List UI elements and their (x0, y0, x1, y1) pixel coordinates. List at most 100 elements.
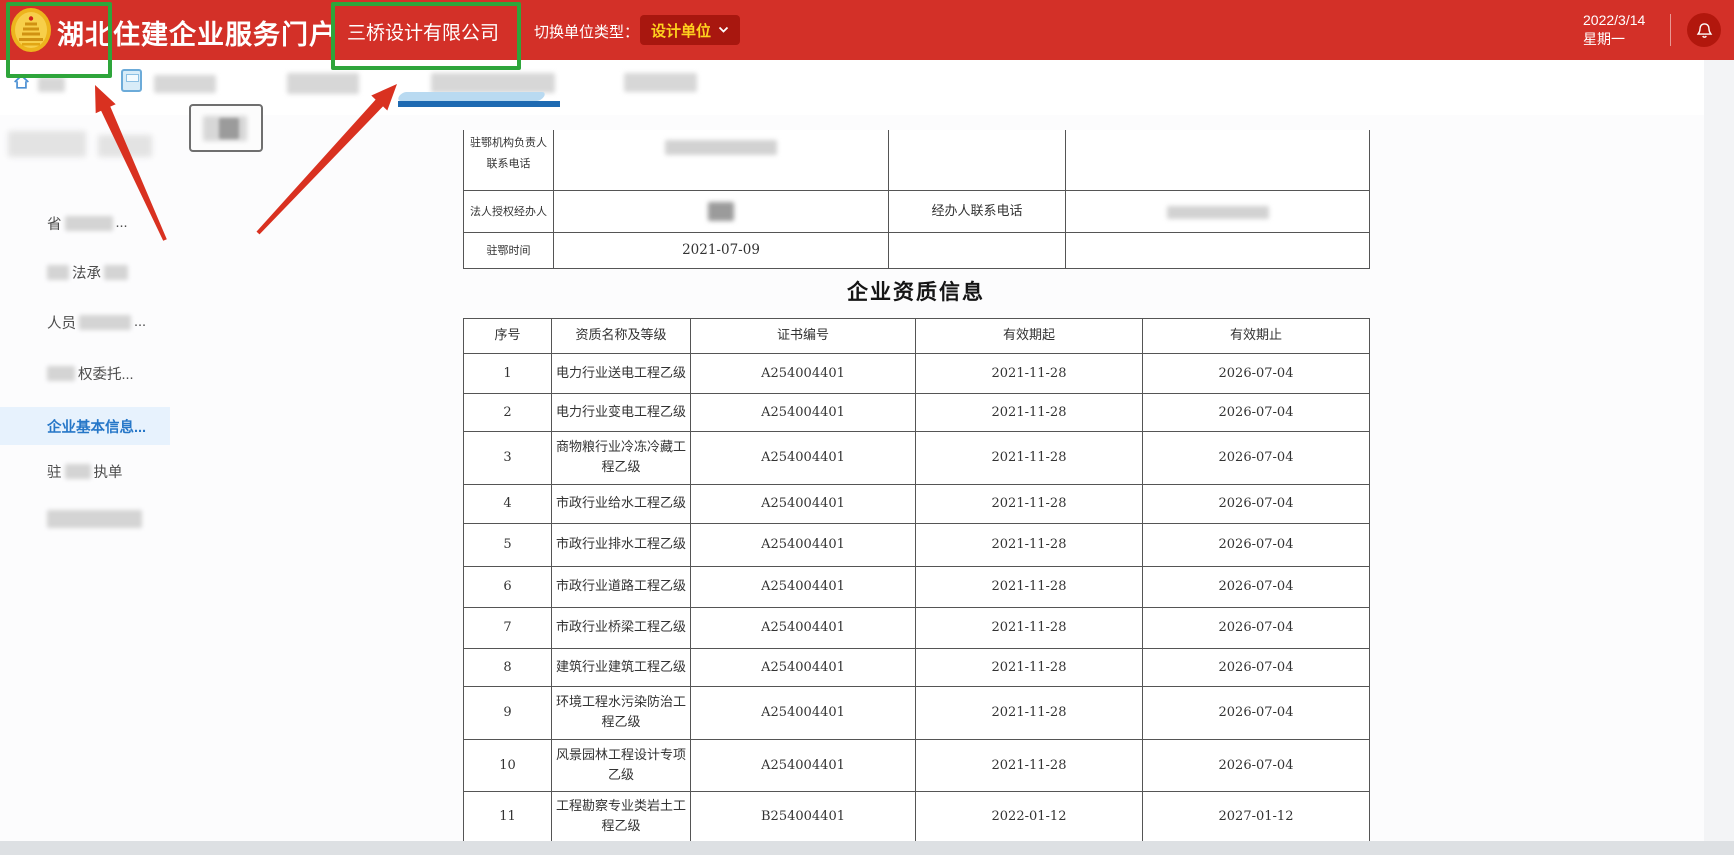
cell-name: 市政行业给水工程乙级 (552, 485, 691, 524)
sidebar-item-text: ... (134, 314, 146, 330)
sidebar-item-text: 执单 (94, 461, 123, 482)
cell-name: 市政行业桥梁工程乙级 (552, 608, 691, 649)
cell-start: 2021-11-28 (916, 649, 1143, 687)
column-header: 有效期起 (916, 319, 1143, 354)
sidebar-item-1[interactable]: 省 ... (47, 213, 128, 233)
cell-start: 2021-11-28 (916, 354, 1143, 394)
empty-cell (1066, 232, 1370, 268)
cell-seq: 1 (464, 354, 552, 394)
table-row: 7 市政行业桥梁工程乙级 A254004401 2021-11-28 2026-… (464, 608, 1370, 649)
nav-item-blurred[interactable] (287, 73, 359, 94)
active-tab-underline (398, 101, 560, 107)
home-icon[interactable] (12, 72, 31, 91)
sidebar-item-company-basic-info[interactable]: 企业基本信息... (47, 416, 146, 436)
column-header: 证书编号 (691, 319, 916, 354)
sidebar-item-6[interactable]: 驻 执单 (47, 461, 123, 481)
table-row: 2 电力行业变电工程乙级 A254004401 2021-11-28 2026-… (464, 394, 1370, 432)
sidebar-title-blurred (8, 131, 86, 157)
sidebar-item-text: 权委托... (78, 363, 134, 384)
cell-cert: A254004401 (691, 608, 916, 649)
cell-cert: A254004401 (691, 687, 916, 740)
field-label: 法人授权经办人 (464, 190, 554, 232)
field-label: 经办人联系电话 (889, 190, 1066, 232)
cell-cert: A254004401 (691, 432, 916, 485)
cell-seq: 7 (464, 608, 552, 649)
table-row: 驻鄂时间 2021-07-09 (464, 232, 1370, 268)
sidebar-item-3[interactable]: 人员 ... (47, 312, 146, 332)
cell-end: 2026-07-04 (1143, 354, 1370, 394)
unit-type-value: 设计单位 (651, 20, 711, 41)
field-label: 驻鄂时间 (464, 232, 554, 268)
sidebar-item-text: 省 (47, 213, 62, 234)
cell-end: 2026-07-04 (1143, 687, 1370, 740)
cell-start: 2021-11-28 (916, 687, 1143, 740)
cell-start: 2021-11-28 (916, 485, 1143, 524)
cell-name: 商物粮行业冷冻冷藏工程乙级 (552, 432, 691, 485)
cell-end: 2026-07-04 (1143, 649, 1370, 687)
cell-start: 2021-11-28 (916, 567, 1143, 608)
sidebar-item-text: 人员 (47, 312, 76, 333)
column-header: 有效期止 (1143, 319, 1370, 354)
table-row: 驻鄂机构负责人联系电话 (464, 130, 1370, 190)
cell-seq: 3 (464, 432, 552, 485)
sidebar-item-7[interactable] (47, 509, 142, 529)
cell-seq: 4 (464, 485, 552, 524)
popup-box-blurred (189, 104, 263, 152)
cell-cert: A254004401 (691, 524, 916, 567)
nav-item-blurred[interactable] (154, 75, 216, 93)
bell-icon (1696, 22, 1713, 39)
empty-cell (889, 130, 1066, 190)
header-bar: 湖北住建企业服务门户 三桥设计有限公司 切换单位类型： 设计单位 2022/3/… (0, 0, 1734, 60)
cell-name: 市政行业排水工程乙级 (552, 524, 691, 567)
empty-cell (1066, 130, 1370, 190)
cell-seq: 11 (464, 792, 552, 842)
nav-item-home-blurred[interactable] (38, 77, 65, 92)
section-title: 企业资质信息 (463, 276, 1369, 306)
unit-type-dropdown[interactable]: 设计单位 (640, 15, 740, 45)
redacted-text (104, 265, 128, 280)
cell-start: 2021-11-28 (916, 394, 1143, 432)
cell-name: 市政行业道路工程乙级 (552, 567, 691, 608)
redacted-text (47, 265, 69, 280)
notification-bell-button[interactable] (1687, 13, 1721, 47)
column-header: 序号 (464, 319, 552, 354)
table-row: 6 市政行业道路工程乙级 A254004401 2021-11-28 2026-… (464, 567, 1370, 608)
chevron-down-icon (718, 26, 729, 34)
redacted-text (65, 464, 91, 479)
nav-item-blurred[interactable] (624, 73, 697, 92)
cell-end: 2026-07-04 (1143, 524, 1370, 567)
page-title: 湖北住建企业服务门户 (57, 13, 337, 52)
cell-cert: A254004401 (691, 567, 916, 608)
header-divider (1670, 14, 1671, 46)
cell-seq: 8 (464, 649, 552, 687)
right-edge-strip (1704, 60, 1734, 841)
weekday-text: 星期一 (1583, 30, 1645, 49)
cell-end: 2027-01-12 (1143, 792, 1370, 842)
cell-name: 建筑行业建筑工程乙级 (552, 649, 691, 687)
cell-end: 2026-07-04 (1143, 740, 1370, 792)
nav-tab-active-label-blurred[interactable] (431, 73, 555, 93)
field-value: 2021-07-09 (554, 232, 889, 268)
cell-start: 2021-11-28 (916, 608, 1143, 649)
table-row: 4 市政行业给水工程乙级 A254004401 2021-11-28 2026-… (464, 485, 1370, 524)
table-header-row: 序号 资质名称及等级 证书编号 有效期起 有效期止 (464, 319, 1370, 354)
table-row: 3 商物粮行业冷冻冷藏工程乙级 A254004401 2021-11-28 20… (464, 432, 1370, 485)
table-row: 10 风景园林工程设计专项乙级 A254004401 2021-11-28 20… (464, 740, 1370, 792)
redacted-text (79, 315, 131, 330)
table-row: 11 工程勘察专业类岩土工程乙级 B254004401 2022-01-12 2… (464, 792, 1370, 842)
bottom-edge-strip (0, 841, 1734, 855)
switch-unit-type-label: 切换单位类型： (534, 21, 639, 42)
cell-start: 2021-11-28 (916, 740, 1143, 792)
active-tab-highlight (396, 92, 546, 101)
date-text: 2022/3/14 (1583, 11, 1645, 30)
cell-start: 2021-11-28 (916, 432, 1143, 485)
cell-name: 工程勘察专业类岩土工程乙级 (552, 792, 691, 842)
field-value-blurred (554, 130, 889, 190)
company-contact-table: 驻鄂机构负责人联系电话 法人授权经办人 经办人联系电话 驻鄂时间 2021-07… (463, 130, 1370, 269)
cell-name: 电力行业变电工程乙级 (552, 394, 691, 432)
cell-name: 环境工程水污染防治工程乙级 (552, 687, 691, 740)
sidebar-item-2[interactable]: 法承 (47, 262, 128, 282)
cell-end: 2026-07-04 (1143, 394, 1370, 432)
qualification-table: 序号 资质名称及等级 证书编号 有效期起 有效期止 1 电力行业送电工程乙级 A… (463, 318, 1370, 842)
sidebar-item-4[interactable]: 权委托... (47, 363, 134, 383)
